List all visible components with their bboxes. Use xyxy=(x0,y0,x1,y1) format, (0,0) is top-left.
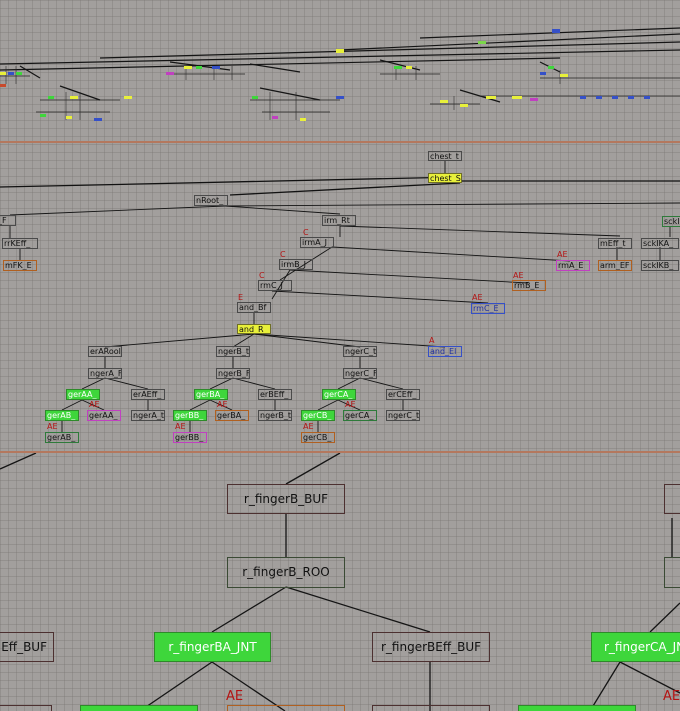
overview-connections xyxy=(0,27,680,121)
hierarchy-node[interactable] xyxy=(0,705,52,711)
hierarchy-node[interactable]: gerBA_ xyxy=(215,410,249,421)
hierarchy-node[interactable]: mEff_t xyxy=(598,238,632,249)
hierarchy-node[interactable]: ngerB_t xyxy=(258,410,292,421)
hierarchy-node[interactable]: gerBB_ xyxy=(173,432,207,443)
annotation-label: AE xyxy=(89,400,100,409)
hierarchy-node[interactable]: erCEff_ xyxy=(386,389,420,400)
hierarchy-node[interactable]: rmB_E xyxy=(512,280,546,291)
hierarchy-node[interactable] xyxy=(664,557,680,588)
hierarchy-node[interactable]: r_fingerB_ROO xyxy=(227,557,345,588)
hierarchy-node[interactable]: gerCB_ xyxy=(301,410,335,421)
hierarchy-node[interactable]: arm_EF xyxy=(598,260,632,271)
hierarchy-node[interactable]: rmC_E xyxy=(471,303,505,314)
annotation-label: AE xyxy=(472,293,483,302)
annotation-label: AE xyxy=(47,422,58,431)
hierarchy-node[interactable] xyxy=(80,705,198,711)
hierarchy-node[interactable]: erAEff_ xyxy=(131,389,165,400)
hierarchy-closeup-panel[interactable]: r_fingerB_BUF r_fingerB_ROO Eff_BUF r_fi… xyxy=(0,453,680,711)
hierarchy-node[interactable]: erBEff_ xyxy=(258,389,292,400)
hierarchy-node[interactable]: gerBB_ xyxy=(173,410,207,421)
annotation-label: AE xyxy=(226,689,244,704)
annotation-label: AE xyxy=(345,400,356,409)
hierarchy-node[interactable]: r_fingerCA_JN xyxy=(591,632,680,662)
hierarchy-node[interactable]: irmB_J xyxy=(279,259,313,270)
hierarchy-node[interactable]: chest_S xyxy=(428,173,462,183)
hierarchy-node[interactable] xyxy=(227,705,345,711)
annotation-label: C xyxy=(303,228,309,237)
hierarchy-node[interactable]: sckIKA_ xyxy=(641,238,679,249)
hierarchy-node[interactable]: irmA_J xyxy=(300,237,334,248)
annotation-label: AE xyxy=(217,400,228,409)
annotation-label: C xyxy=(259,271,265,280)
hierarchy-node[interactable]: chest_t xyxy=(428,151,462,161)
hierarchy-node[interactable]: gerAA_ xyxy=(87,410,121,421)
hierarchy-node[interactable]: gerAB_ xyxy=(45,432,79,443)
hierarchy-node[interactable]: ngerA_t xyxy=(131,410,165,421)
hierarchy-node[interactable]: r_fingerBA_JNT xyxy=(154,632,271,662)
hierarchy-node[interactable]: ngerA_F xyxy=(88,368,122,379)
annotation-label: AE xyxy=(513,271,524,280)
hierarchy-node[interactable]: gerCB_ xyxy=(301,432,335,443)
hierarchy-node[interactable]: gerAB_ xyxy=(45,410,79,421)
hierarchy-node[interactable]: r_fingerB_BUF xyxy=(227,484,345,514)
hierarchy-node[interactable]: Eff_BUF xyxy=(0,632,54,662)
hierarchy-node[interactable]: ngerC_t xyxy=(343,346,377,357)
annotation-label: C xyxy=(280,250,286,259)
hierarchy-node[interactable] xyxy=(518,705,636,711)
hierarchy-node[interactable]: gerAA_ xyxy=(66,389,100,400)
hierarchy-node[interactable]: gerCA_ xyxy=(322,389,356,400)
hierarchy-node[interactable]: r_fingerBEff_BUF xyxy=(372,632,490,662)
hierarchy-node[interactable]: gerCA_ xyxy=(343,410,377,421)
hierarchy-node[interactable]: mFK_E xyxy=(3,260,37,271)
hierarchy-node[interactable]: and_Bf xyxy=(237,302,271,313)
hierarchy-node[interactable]: ngerC_F xyxy=(343,368,377,379)
hierarchy-node[interactable]: nRoot_ xyxy=(194,195,228,206)
hierarchy-node[interactable] xyxy=(664,484,680,514)
hierarchy-node[interactable]: gerBA_ xyxy=(194,389,228,400)
hierarchy-node[interactable]: ngerB_F xyxy=(216,368,250,379)
hierarchy-node[interactable]: _F xyxy=(0,215,16,226)
annotation-label: AE xyxy=(557,250,568,259)
hierarchy-node[interactable]: sckIKB_ xyxy=(641,260,679,271)
hierarchy-detail-panel[interactable]: chest_t chest_S nRoot_ _F rrKEff_ mFK_E … xyxy=(0,143,680,451)
annotation-label: AE xyxy=(303,422,314,431)
annotation-label: AE xyxy=(175,422,186,431)
hierarchy-node[interactable]: ngerB_t xyxy=(216,346,250,357)
hierarchy-node[interactable]: and_R xyxy=(237,324,271,334)
hierarchy-node[interactable]: rmC_J xyxy=(258,280,292,291)
hypergraph-view[interactable]: chest_t chest_S nRoot_ _F rrKEff_ mFK_E … xyxy=(0,0,680,711)
hierarchy-node[interactable]: irm_Rt xyxy=(322,215,356,226)
hierarchy-node[interactable]: sckIK xyxy=(662,216,680,227)
hierarchy-overview-panel[interactable] xyxy=(0,0,680,141)
hierarchy-node[interactable]: rrKEff_ xyxy=(2,238,38,249)
hierarchy-node[interactable]: rmA_E xyxy=(556,260,590,271)
hierarchy-node[interactable] xyxy=(372,705,490,711)
detail-connections xyxy=(0,161,680,432)
annotation-label: E xyxy=(238,293,244,302)
hierarchy-node[interactable]: ngerC_t xyxy=(386,410,420,421)
hierarchy-node[interactable]: erARool xyxy=(88,346,122,357)
annotation-label: AE xyxy=(663,689,680,704)
annotation-label: A xyxy=(429,336,435,345)
hierarchy-node[interactable]: and_El xyxy=(428,346,462,357)
